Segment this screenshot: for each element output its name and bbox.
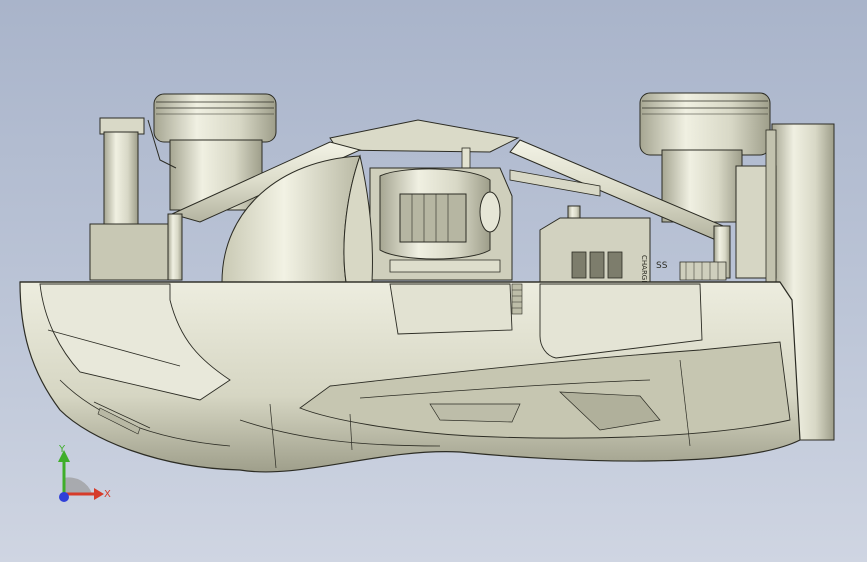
side-grille	[511, 283, 523, 315]
3d-model-view[interactable]: CHARGED SS Y X	[0, 0, 867, 562]
coordinate-triad[interactable]: Y X	[58, 444, 111, 502]
side-marking: SS	[656, 261, 668, 271]
x-axis-label: X	[104, 489, 111, 500]
triad-plane	[64, 477, 92, 494]
hull	[19, 281, 801, 473]
y-axis-label: Y	[58, 444, 66, 455]
x-axis-head	[94, 488, 104, 500]
z-axis-dot	[59, 492, 69, 502]
graphics-viewport[interactable]: CHARGED SS Y X	[0, 0, 867, 562]
engine-bay	[369, 167, 513, 281]
